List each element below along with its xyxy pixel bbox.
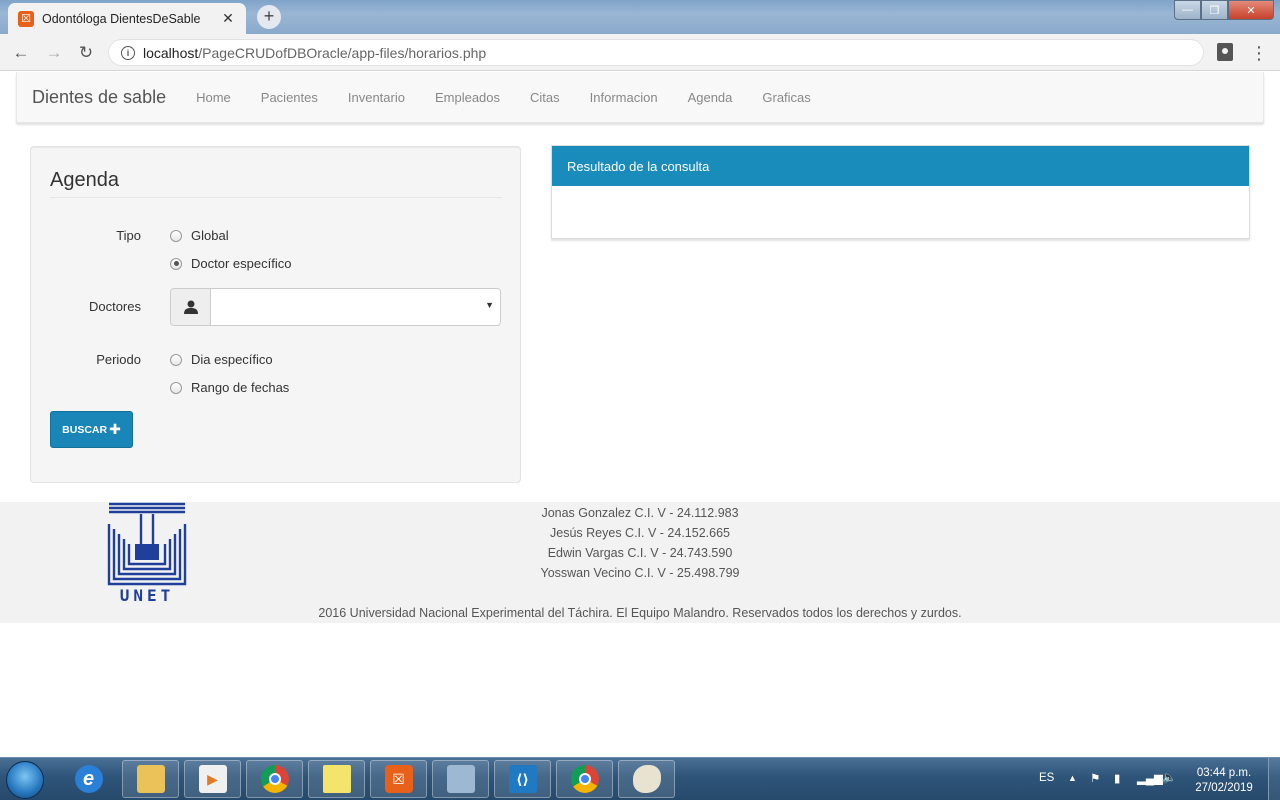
taskbar-chrome-icon[interactable] bbox=[246, 760, 303, 798]
browser-title-bar: ☒ Odontóloga DientesDeSable ✕ + — ❐ ✕ bbox=[0, 0, 1280, 34]
radio-tipo-doctor[interactable]: Doctor específico bbox=[170, 256, 291, 271]
result-panel-heading: Resultado de la consulta bbox=[552, 146, 1249, 186]
doctores-label: Doctores bbox=[88, 299, 141, 314]
footer-copyright: 2016 Universidad Nacional Experimental d… bbox=[318, 606, 962, 620]
footer-member: Jesús Reyes C.I. V - 24.152.665 bbox=[550, 526, 730, 540]
new-tab-button[interactable]: + bbox=[257, 5, 281, 29]
taskbar-chrome-icon-2[interactable] bbox=[556, 760, 613, 798]
nav-item-inventario[interactable]: Inventario bbox=[333, 90, 420, 105]
tray-expand-icon[interactable]: ▲ bbox=[1068, 773, 1077, 783]
radio-button-checked[interactable] bbox=[170, 257, 182, 270]
nav-item-informacion[interactable]: Informacion bbox=[575, 90, 673, 105]
start-button[interactable] bbox=[6, 761, 44, 799]
radio-label: Doctor específico bbox=[191, 256, 292, 271]
plus-icon: ✚ bbox=[109, 421, 121, 437]
user-icon bbox=[171, 289, 211, 325]
periodo-label: Periodo bbox=[96, 352, 141, 367]
unet-logo-text: UNET bbox=[119, 586, 175, 605]
extension-badge-icon[interactable] bbox=[1217, 43, 1233, 61]
browser-toolbar: ← → ↻ i localhost/PageCRUDofDBOracle/app… bbox=[0, 34, 1280, 71]
taskbar-paint-icon[interactable] bbox=[618, 760, 675, 798]
power-icon[interactable]: ▮ bbox=[1114, 771, 1120, 785]
dropdown-arrow-icon[interactable]: ▼ bbox=[485, 300, 494, 310]
site-navbar: Dientes de sable Home Pacientes Inventar… bbox=[16, 72, 1264, 123]
taskbar-clock[interactable]: 03:44 p.m. 27/02/2019 bbox=[1188, 766, 1260, 796]
radio-label: Dia específico bbox=[191, 352, 273, 367]
nav-item-pacientes[interactable]: Pacientes bbox=[246, 90, 333, 105]
action-center-icon[interactable]: ⚑ bbox=[1090, 771, 1100, 785]
network-signal-icon[interactable]: ▂▄▆ bbox=[1137, 771, 1163, 785]
language-indicator[interactable]: ES bbox=[1039, 772, 1054, 784]
radio-button[interactable] bbox=[170, 381, 182, 394]
doctores-select[interactable]: ▼ bbox=[211, 289, 500, 325]
radio-label: Global bbox=[191, 228, 229, 243]
result-panel: Resultado de la consulta bbox=[551, 145, 1250, 239]
radio-periodo-rango[interactable]: Rango de fechas bbox=[170, 380, 289, 395]
taskbar-xampp-icon[interactable]: ☒ bbox=[370, 760, 427, 798]
doctores-select-group: ▼ bbox=[170, 288, 501, 326]
browser-tab[interactable]: ☒ Odontóloga DientesDeSable ✕ bbox=[8, 3, 246, 34]
url-host: localhost bbox=[143, 44, 199, 61]
footer-member: Edwin Vargas C.I. V - 24.743.590 bbox=[547, 546, 733, 560]
page-content: Dientes de sable Home Pacientes Inventar… bbox=[0, 72, 1280, 757]
nav-item-citas[interactable]: Citas bbox=[515, 90, 575, 105]
radio-button[interactable] bbox=[170, 353, 182, 366]
footer-member: Yosswan Vecino C.I. V - 25.498.799 bbox=[540, 566, 740, 580]
taskbar-media-player-icon[interactable]: ▶ bbox=[184, 760, 241, 798]
browser-menu-icon[interactable]: ⋮ bbox=[1250, 41, 1268, 65]
taskbar-sticky-notes-icon[interactable] bbox=[308, 760, 365, 798]
address-bar[interactable]: i localhost/PageCRUDofDBOracle/app-files… bbox=[108, 39, 1204, 66]
site-info-icon[interactable]: i bbox=[121, 45, 135, 60]
taskbar-explorer-icon[interactable] bbox=[122, 760, 179, 798]
taskbar-network-icon[interactable] bbox=[432, 760, 489, 798]
buscar-button[interactable]: BUSCAR ✚ bbox=[50, 411, 133, 448]
volume-icon[interactable]: 🔈 bbox=[1162, 770, 1176, 784]
xampp-favicon-icon: ☒ bbox=[18, 10, 34, 27]
radio-periodo-dia[interactable]: Dia específico bbox=[170, 352, 273, 367]
url-path: /PageCRUDofDBOracle/app-files/horarios.p… bbox=[198, 44, 487, 61]
navbar-brand[interactable]: Dientes de sable bbox=[17, 87, 166, 108]
nav-item-empleados[interactable]: Empleados bbox=[420, 90, 515, 105]
tipo-label: Tipo bbox=[116, 228, 141, 243]
clock-date: 27/02/2019 bbox=[1195, 782, 1253, 794]
tab-close-icon[interactable]: ✕ bbox=[220, 10, 236, 27]
tab-title: Odontóloga DientesDeSable bbox=[42, 11, 201, 26]
radio-label: Rango de fechas bbox=[191, 380, 290, 395]
back-arrow-icon[interactable]: ← bbox=[9, 41, 33, 65]
taskbar-ie-icon[interactable]: e bbox=[60, 760, 117, 798]
agenda-form-panel: Agenda Tipo Global Doctor específico Doc… bbox=[30, 146, 521, 483]
radio-tipo-global[interactable]: Global bbox=[170, 228, 229, 243]
reload-icon[interactable]: ↻ bbox=[74, 41, 98, 65]
nav-item-home[interactable]: Home bbox=[181, 90, 246, 105]
nav-item-graficas[interactable]: Graficas bbox=[747, 90, 825, 105]
buscar-label: BUSCAR bbox=[62, 423, 108, 436]
footer-member: Jonas Gonzalez C.I. V - 24.112.983 bbox=[541, 506, 739, 520]
taskbar-vscode-icon[interactable]: ⟨⟩ bbox=[494, 760, 551, 798]
window-minimize-button[interactable]: — bbox=[1174, 0, 1201, 20]
forward-arrow-icon[interactable]: → bbox=[42, 41, 66, 65]
window-close-button[interactable]: ✕ bbox=[1228, 0, 1274, 20]
clock-time: 03:44 p.m. bbox=[1196, 767, 1252, 779]
nav-item-agenda[interactable]: Agenda bbox=[673, 90, 748, 105]
site-footer: UNET Jonas Gonzalez C.I. V - 24.112.983 … bbox=[0, 502, 1280, 623]
window-maximize-button[interactable]: ❐ bbox=[1201, 0, 1228, 20]
radio-button[interactable] bbox=[170, 229, 182, 242]
show-desktop-button[interactable] bbox=[1268, 758, 1280, 800]
windows-taskbar: e ▶ ☒ ⟨⟩ ES ▲ ⚑ ▮ ▂▄▆ 🔈 03:44 p.m. 27/02… bbox=[0, 757, 1280, 800]
form-legend: Agenda bbox=[50, 169, 502, 198]
